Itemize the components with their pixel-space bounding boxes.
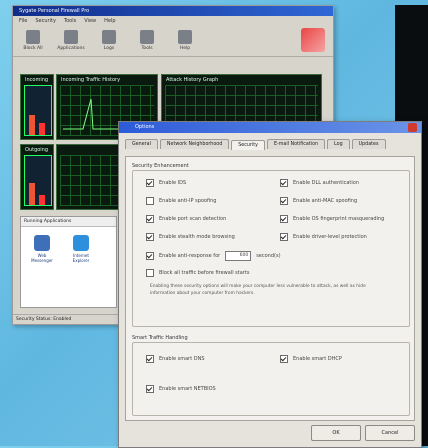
toolbar: Block All Applications Logs Tools Help	[13, 25, 333, 57]
anti-mac-spoofing-checkbox[interactable]	[280, 197, 288, 205]
tab-security[interactable]: Security	[231, 140, 265, 150]
smart-dns-checkbox[interactable]	[146, 355, 154, 363]
outgoing-gauge	[24, 155, 52, 206]
running-applications-header: Running Applications	[21, 217, 116, 227]
enable-anti-ip-spoofing-checkbox[interactable]	[146, 197, 154, 205]
menu-help[interactable]: Help	[104, 18, 115, 24]
outgoing-gauge-panel: Outgoing	[20, 144, 54, 210]
app-web-messenger[interactable]: Web Messenger	[27, 235, 57, 263]
applications-button[interactable]: Applications	[57, 30, 85, 51]
main-titlebar: Sygate Personal Firewall Pro	[13, 6, 333, 16]
cancel-button[interactable]: Cancel	[365, 425, 415, 441]
ok-button[interactable]: OK	[311, 425, 361, 441]
driver-level-protection-checkbox[interactable]	[280, 233, 288, 241]
tab-email-notification[interactable]: E-mail Notification	[266, 139, 326, 149]
block-all-traffic-checkbox[interactable]	[146, 269, 154, 277]
security-enhancement-group	[132, 170, 410, 327]
dll-authentication-checkbox[interactable]	[280, 179, 288, 187]
security-note: Enabling these security options will mak…	[150, 284, 366, 296]
logs-button[interactable]: Logs	[95, 30, 123, 51]
smart-traffic-group	[132, 342, 410, 416]
smart-netbios-row[interactable]: Enable smart NETBIOS	[146, 385, 216, 393]
security-tab-body: Security Enhancement Enable IDS Enable a…	[125, 156, 415, 421]
main-title: Sygate Personal Firewall Pro	[19, 8, 90, 14]
brand-logo	[301, 28, 325, 52]
os-fingerprint-checkbox[interactable]	[280, 215, 288, 223]
anti-response-row[interactable]: Enable anti-response for 600 second(s)	[146, 251, 281, 261]
block-all-button[interactable]: Block All	[19, 30, 47, 51]
anti-mac-spoofing-row[interactable]: Enable anti-MAC spoofing	[280, 197, 357, 205]
dialog-title: Options	[135, 124, 155, 130]
incoming-gauge	[24, 85, 52, 136]
os-fingerprint-row[interactable]: Enable OS fingerprint masquerading	[280, 215, 384, 223]
security-enhancement-label: Security Enhancement	[132, 163, 189, 169]
smart-dhcp-checkbox[interactable]	[280, 355, 288, 363]
messenger-icon	[34, 235, 50, 251]
menu-tools[interactable]: Tools	[64, 18, 76, 24]
dialog-tabs: General Network Neighborhood Security E-…	[119, 133, 421, 150]
menu-file[interactable]: File	[19, 18, 27, 24]
help-button[interactable]: Help	[171, 30, 199, 51]
menubar: File Security Tools View Help	[13, 16, 333, 25]
enable-anti-ip-spoofing-row[interactable]: Enable anti-IP spoofing	[146, 197, 216, 205]
close-icon[interactable]	[408, 123, 417, 132]
enable-ids-row[interactable]: Enable IDS	[146, 179, 186, 187]
smart-netbios-checkbox[interactable]	[146, 385, 154, 393]
stealth-mode-checkbox[interactable]	[146, 233, 154, 241]
dll-authentication-row[interactable]: Enable DLL authentication	[280, 179, 359, 187]
options-dialog: Options General Network Neighborhood Sec…	[118, 121, 422, 448]
anti-response-checkbox[interactable]	[146, 252, 154, 260]
tab-general[interactable]: General	[125, 139, 158, 149]
app-internet-explorer[interactable]: Internet Explorer	[66, 235, 96, 263]
incoming-gauge-panel: Incoming	[20, 74, 54, 140]
apps-icon	[64, 30, 78, 44]
tab-network-neighborhood[interactable]: Network Neighborhood	[159, 139, 230, 149]
tools-button[interactable]: Tools	[133, 30, 161, 51]
smart-traffic-label: Smart Traffic Handling	[132, 335, 188, 341]
port-scan-detection-row[interactable]: Enable port scan detection	[146, 215, 226, 223]
enable-ids-checkbox[interactable]	[146, 179, 154, 187]
internet-explorer-icon	[73, 235, 89, 251]
stealth-mode-row[interactable]: Enable stealth mode browsing	[146, 233, 235, 241]
menu-view[interactable]: View	[84, 18, 96, 24]
smart-dns-row[interactable]: Enable smart DNS	[146, 355, 205, 363]
port-scan-detection-checkbox[interactable]	[146, 215, 154, 223]
running-applications-box: Running Applications Web Messenger Inter…	[20, 216, 117, 308]
tools-icon	[140, 30, 154, 44]
dialog-titlebar: Options	[119, 122, 421, 133]
help-icon	[178, 30, 192, 44]
logs-icon	[102, 30, 116, 44]
anti-response-seconds-input[interactable]: 600	[225, 251, 252, 261]
tab-log[interactable]: Log	[327, 139, 350, 149]
block-all-traffic-row[interactable]: Block all traffic before firewall starts	[146, 269, 249, 277]
driver-level-protection-row[interactable]: Enable driver-level protection	[280, 233, 367, 241]
menu-security[interactable]: Security	[35, 18, 56, 24]
stop-icon	[26, 30, 40, 44]
tab-updates[interactable]: Updates	[351, 139, 386, 149]
smart-dhcp-row[interactable]: Enable smart DHCP	[280, 355, 342, 363]
